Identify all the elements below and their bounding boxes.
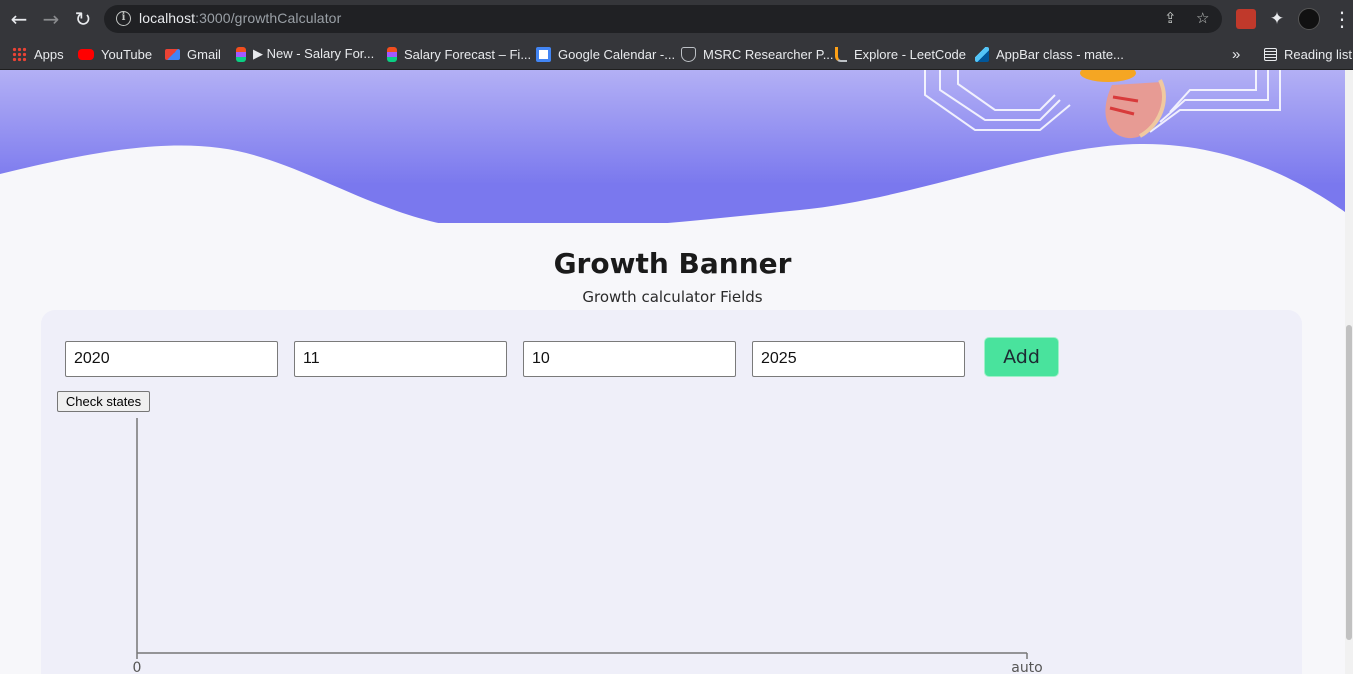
- forward-arrow-icon[interactable]: →: [39, 7, 63, 31]
- bookmarks-bar: Apps YouTube Gmail ▶ New - Salary For...…: [0, 38, 1353, 70]
- apps-grid-icon: [12, 46, 27, 62]
- figma-icon: [236, 46, 246, 62]
- page-viewport: Growth Banner Growth calculator Fields A…: [0, 70, 1345, 674]
- bookmark-label: AppBar class - mate...: [996, 46, 1124, 62]
- hero-banner: [0, 70, 1345, 250]
- bookmark-label: Explore - LeetCode: [854, 46, 967, 62]
- extension-red-icon[interactable]: [1236, 9, 1256, 29]
- extensions-puzzle-icon[interactable]: ✦: [1265, 7, 1289, 31]
- page-title: Growth Banner: [553, 247, 792, 280]
- url-text: localhost:3000/growthCalculator: [139, 10, 341, 26]
- growth-calculator-card: Add Check states 0 auto: [41, 310, 1302, 674]
- bookmarks-overflow-button[interactable]: »: [1232, 44, 1240, 64]
- leetcode-icon: [835, 46, 847, 62]
- profile-avatar[interactable]: [1298, 8, 1320, 30]
- gmail-icon: [165, 48, 180, 60]
- overflow-chevron-icon: »: [1232, 45, 1241, 63]
- x-tick-label: 0: [133, 660, 142, 674]
- url-host: localhost: [139, 10, 196, 26]
- bookmark-youtube[interactable]: YouTube: [78, 44, 152, 64]
- shield-icon: [681, 46, 696, 62]
- site-info-icon[interactable]: i: [116, 11, 131, 26]
- bookmark-label: MSRC Researcher P...: [703, 46, 834, 62]
- x-tick-label: auto: [1011, 660, 1043, 674]
- back-arrow-icon[interactable]: ←: [7, 7, 31, 31]
- address-bar[interactable]: i localhost:3000/growthCalculator ⇪ ☆: [104, 5, 1222, 33]
- google-calendar-icon: [536, 46, 551, 62]
- bookmark-star-icon[interactable]: ☆: [1196, 9, 1209, 27]
- bookmark-label: Apps: [34, 46, 64, 62]
- youtube-icon: [78, 48, 94, 60]
- reading-list-icon: [1264, 47, 1277, 61]
- bookmark-gmail[interactable]: Gmail: [165, 44, 221, 64]
- reload-icon[interactable]: ↻: [71, 7, 95, 31]
- bookmark-label: Gmail: [187, 46, 221, 62]
- bookmark-msrc[interactable]: MSRC Researcher P...: [681, 44, 834, 64]
- bookmark-label: Google Calendar -...: [558, 46, 676, 62]
- share-icon[interactable]: ⇪: [1164, 9, 1177, 27]
- growth-chart: 0 auto: [133, 418, 1043, 674]
- reading-list-button[interactable]: Reading list: [1264, 44, 1352, 64]
- bookmark-apps[interactable]: Apps: [12, 44, 64, 64]
- bookmark-salary-forecast[interactable]: Salary Forecast – Fi...: [387, 44, 531, 64]
- bookmark-leetcode[interactable]: Explore - LeetCode: [835, 44, 966, 64]
- page-scrollbar[interactable]: [1345, 70, 1353, 674]
- url-path: :3000/growthCalculator: [195, 10, 342, 26]
- scrollbar-thumb[interactable]: [1346, 325, 1352, 640]
- bookmark-label: ▶ New - Salary For...: [253, 46, 375, 61]
- bookmark-label: Salary Forecast – Fi...: [404, 46, 532, 62]
- bookmark-google-calendar[interactable]: Google Calendar -...: [536, 44, 675, 64]
- menu-kebab-icon[interactable]: ⋮: [1330, 7, 1353, 31]
- bookmark-salary-new[interactable]: ▶ New - Salary For...: [236, 44, 374, 64]
- flutter-icon: [975, 46, 989, 62]
- browser-toolbar: ← → ↻ i localhost:3000/growthCalculator …: [0, 0, 1353, 38]
- bookmark-label: YouTube: [101, 46, 153, 62]
- figma-icon: [387, 46, 397, 62]
- reading-list-label: Reading list: [1284, 46, 1352, 62]
- bookmark-appbar[interactable]: AppBar class - mate...: [975, 44, 1124, 64]
- page-subtitle: Growth calculator Fields: [582, 288, 763, 306]
